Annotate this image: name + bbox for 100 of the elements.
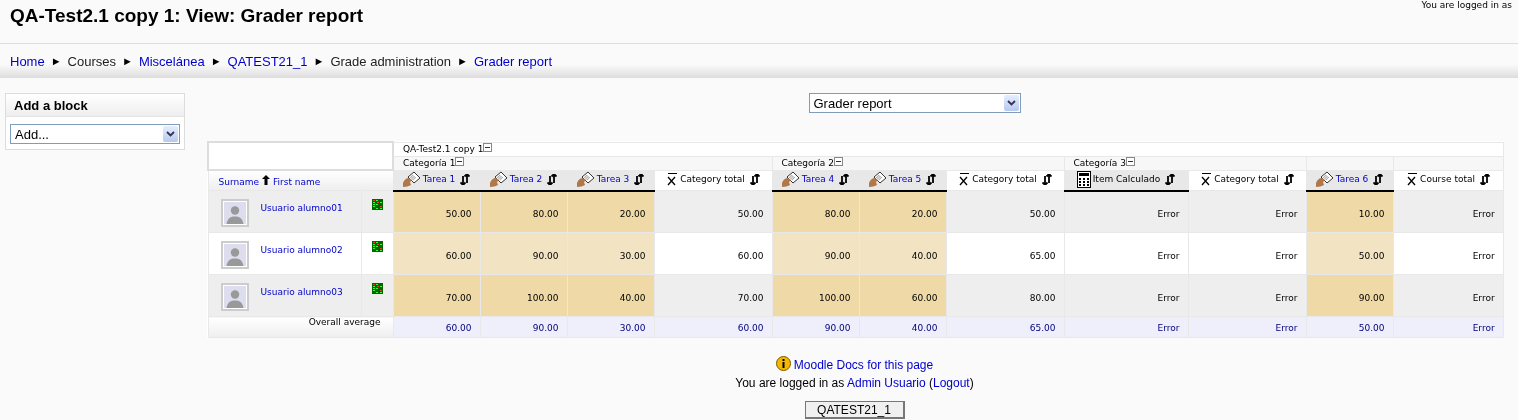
report-select[interactable]: Grader report: [808, 93, 1021, 113]
grade-item-link[interactable]: Tarea 1: [422, 174, 456, 184]
grade-value: 60.00: [737, 250, 764, 261]
grade-value: 70.00: [445, 292, 472, 303]
sort-icon[interactable]: [1373, 173, 1384, 185]
sort-icon[interactable]: [1041, 173, 1052, 185]
average-value: Error: [1157, 323, 1180, 333]
breadcrumb-separator: ►: [457, 55, 468, 67]
grade-value: 20.00: [619, 208, 646, 219]
average-value: 30.00: [619, 323, 646, 333]
grade-value: Error: [1275, 292, 1298, 303]
surname-sort-link[interactable]: Surname: [218, 176, 259, 187]
sort-icon[interactable]: [547, 173, 558, 185]
grade-item-link[interactable]: Tarea 2: [509, 174, 543, 184]
docs-link[interactable]: Moodle Docs for this page: [793, 358, 934, 372]
grade-value: 60.00: [911, 292, 938, 303]
column-heading: Category total: [680, 174, 745, 185]
sort-icon[interactable]: [1283, 173, 1294, 185]
grade-value: 90.00: [824, 250, 851, 261]
grade-value: 90.00: [532, 250, 559, 261]
page-title: QA-Test2.1 copy 1: View: Grader report: [10, 5, 363, 27]
grade-value: 10.00: [1358, 208, 1385, 219]
sort-icon[interactable]: [634, 173, 645, 185]
column-heading: Course total: [1420, 174, 1475, 185]
grade-value: 100.00: [527, 292, 559, 303]
mean-icon: [666, 172, 679, 187]
grade-value: 40.00: [911, 250, 938, 261]
breadcrumb-link[interactable]: Home: [10, 53, 45, 69]
grade-value: 80.00: [824, 208, 851, 219]
student-name-link[interactable]: Usuario alumno01: [260, 198, 343, 213]
collapse-icon[interactable]: [455, 157, 465, 169]
grade-value: 50.00: [737, 208, 764, 219]
course-button[interactable]: QATEST21_1: [804, 401, 905, 419]
collapse-icon[interactable]: [833, 157, 843, 169]
grade-value: 70.00: [737, 292, 764, 303]
student-name-link[interactable]: Usuario alumno02: [260, 240, 343, 255]
average-value: 50.00: [1358, 323, 1385, 333]
average-value: 60.00: [737, 323, 764, 333]
grade-value: 30.00: [619, 250, 646, 261]
login-link[interactable]: Admin Usuario: [846, 376, 926, 390]
average-value: 90.00: [532, 323, 559, 333]
average-value: Error: [1472, 323, 1495, 333]
grade-item-link[interactable]: Tarea 3: [596, 174, 630, 184]
breadcrumb-text: Grade administration: [330, 53, 452, 69]
sort-icon[interactable]: [460, 173, 471, 185]
sort-icon[interactable]: [926, 173, 937, 185]
grade-value: Error: [1472, 208, 1495, 219]
grade-value: 65.00: [1029, 250, 1056, 261]
breadcrumb-separator: ►: [122, 55, 133, 67]
sort-icon[interactable]: [839, 173, 850, 185]
grade-value: 80.00: [1029, 292, 1056, 303]
grade-value: Error: [1275, 250, 1298, 261]
sort-icon[interactable]: [1480, 173, 1490, 185]
grade-value: 60.00: [445, 250, 472, 261]
grade-value: 100.00: [819, 292, 851, 303]
breadcrumb-separator: ►: [313, 55, 325, 67]
login-info: You are logged in as: [1421, 0, 1512, 10]
course-name: QA-Test2.1 copy 1: [403, 144, 484, 154]
breadcrumb-separator: ►: [210, 55, 222, 67]
average-value: 60.00: [445, 323, 472, 333]
average-value: 90.00: [824, 323, 851, 333]
column-heading: Category total: [1214, 174, 1279, 185]
grade-value: Error: [1157, 250, 1180, 261]
grid-icon[interactable]: [371, 244, 383, 254]
collapse-icon[interactable]: [1125, 157, 1135, 169]
grade-value: Error: [1275, 208, 1298, 219]
add-block-select[interactable]: Add...: [10, 124, 180, 144]
average-label: Overall average: [308, 317, 381, 327]
breadcrumb-link[interactable]: Grader report: [473, 53, 552, 69]
breadcrumb-text: Courses: [67, 53, 116, 69]
mean-icon: [1200, 172, 1213, 187]
breadcrumb-separator: ►: [50, 55, 62, 67]
first-name-sort-link[interactable]: First name: [273, 176, 321, 187]
grid-icon[interactable]: [371, 286, 383, 296]
grade-value: Error: [1472, 292, 1495, 303]
category-name: Categoría 2: [781, 158, 834, 168]
grade-value: 50.00: [1029, 208, 1056, 219]
collapse-icon[interactable]: [483, 143, 493, 155]
grade-value: 40.00: [619, 292, 646, 303]
sort-icon[interactable]: [749, 173, 760, 185]
breadcrumb-link[interactable]: Miscelánea: [138, 53, 205, 69]
login-link[interactable]: Logout: [933, 376, 970, 390]
grade-item-link[interactable]: Tarea 4: [801, 174, 835, 184]
grade-value: 20.00: [911, 208, 938, 219]
column-heading: Category total: [972, 174, 1037, 185]
grade-value: Error: [1472, 250, 1495, 261]
student-name-link[interactable]: Usuario alumno03: [260, 282, 343, 297]
grade-value: Error: [1157, 292, 1180, 303]
grade-item-link[interactable]: Tarea 5: [888, 174, 922, 184]
avatar-placeholder: [220, 282, 249, 311]
info-icon: [775, 356, 791, 374]
grade-item-link[interactable]: Tarea 6: [1335, 174, 1369, 184]
category-name: Categoría 3: [1073, 158, 1126, 168]
sort-icon[interactable]: [1165, 173, 1176, 185]
mean-icon: [958, 172, 971, 187]
grade-value: 80.00: [532, 208, 559, 219]
grid-icon[interactable]: [371, 202, 383, 212]
login-info: You are logged in as Admin Usuario (Logout): [735, 376, 974, 390]
breadcrumb-link[interactable]: QATEST21_1: [227, 53, 308, 69]
grade-value: 90.00: [1358, 292, 1385, 303]
